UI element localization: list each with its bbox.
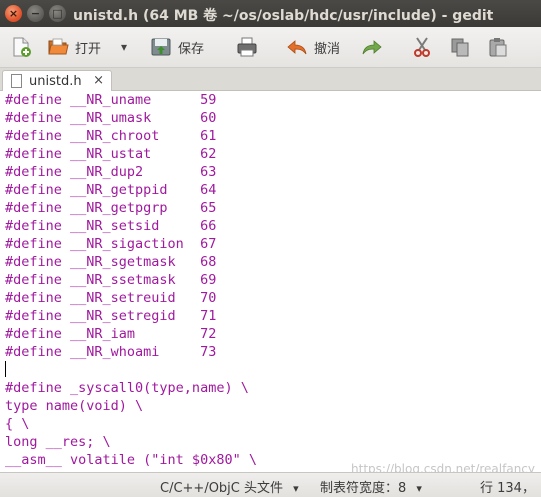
maximize-window-button[interactable]: □	[49, 5, 66, 22]
paste-icon	[489, 38, 507, 57]
code-line: #define __NR_setsid 66	[5, 218, 217, 234]
copy-button[interactable]	[449, 34, 471, 60]
text-file-icon	[11, 74, 22, 88]
code-line: #define __NR_chroot 61	[5, 128, 217, 144]
code-line: #define _syscall0(type,name) \	[5, 380, 249, 396]
close-window-button[interactable]: ×	[5, 5, 22, 22]
code-line: #define __NR_whoami 73	[5, 344, 217, 360]
code-line: #define __NR_getpgrp 65	[5, 200, 217, 216]
status-bar: C/C++/ObjC 头文件 ▾ 制表符宽度：8 ▾ 行 134，	[0, 472, 541, 497]
text-cursor	[5, 361, 6, 377]
tab-width-label: 制表符宽度：8	[320, 481, 407, 496]
code-line: #define __NR_umask 60	[5, 110, 217, 126]
code-line: #define __NR_ssetmask 69	[5, 272, 217, 288]
new-document-button[interactable]	[10, 34, 32, 60]
language-label: C/C++/ObjC 头文件	[160, 481, 284, 496]
title-bar: × − □ unistd.h (64 MB 卷 ~/os/oslab/hdc/u…	[0, 0, 541, 27]
open-button[interactable]: 打开	[47, 34, 101, 60]
code-line: #define __NR_getppid 64	[5, 182, 217, 198]
save-button[interactable]: 保存	[150, 34, 204, 60]
code-line: #define __NR_uname 59	[5, 92, 217, 108]
cut-icon	[414, 37, 430, 57]
code-line: __asm__ volatile ("int $0x80" \	[5, 452, 257, 468]
cut-button[interactable]	[411, 34, 433, 60]
maximize-icon: □	[52, 7, 63, 20]
tab-close-icon[interactable]: ×	[93, 73, 104, 88]
code-line: #define __NR_setreuid 70	[5, 290, 217, 306]
undo-label: 撤消	[314, 41, 341, 57]
code-editor[interactable]: #define __NR_uname 59 #define __NR_umask…	[0, 91, 541, 472]
new-document-icon	[13, 37, 31, 57]
minimize-icon: −	[30, 7, 41, 20]
code-line: long __res; \	[5, 434, 111, 450]
open-folder-icon	[48, 38, 69, 55]
close-icon: ×	[8, 7, 19, 20]
tab-label: unistd.h	[29, 73, 82, 89]
toolbar: 打开 ▾ 保存 撤消	[0, 27, 541, 68]
save-icon	[151, 38, 171, 56]
redo-button[interactable]	[361, 34, 383, 60]
minimize-window-button[interactable]: −	[27, 5, 44, 22]
tab-unistd-h[interactable]: unistd.h ×	[2, 70, 112, 91]
print-icon	[237, 37, 257, 57]
code-line: #define __NR_sgetmask 68	[5, 254, 217, 270]
tab-width-selector[interactable]: 制表符宽度：8 ▾	[320, 477, 422, 496]
language-selector[interactable]: C/C++/ObjC 头文件 ▾	[160, 477, 299, 496]
paste-button[interactable]	[487, 34, 509, 60]
dropdown-arrow-icon: ▾	[121, 40, 128, 54]
document-tab-bar: unistd.h ×	[0, 68, 541, 91]
redo-icon	[362, 40, 382, 55]
code-line: type name(void) \	[5, 398, 144, 414]
chevron-down-icon: ▾	[293, 482, 299, 495]
open-label: 打开	[75, 41, 102, 57]
open-recent-dropdown[interactable]: ▾	[121, 34, 127, 60]
code-line: #define __NR_setregid 71	[5, 308, 217, 324]
code-line: #define __NR_dup2 63	[5, 164, 217, 180]
code-line: { \	[5, 416, 30, 432]
copy-icon	[451, 38, 469, 57]
print-button[interactable]	[236, 34, 258, 60]
code-line: #define __NR_iam 72	[5, 326, 217, 342]
undo-icon	[287, 40, 307, 55]
code-line: #define __NR_ustat 62	[5, 146, 217, 162]
save-label: 保存	[178, 41, 205, 57]
window-title: unistd.h (64 MB 卷 ~/os/oslab/hdc/usr/inc…	[73, 8, 494, 24]
code-line: #define __NR_sigaction 67	[5, 236, 217, 252]
undo-button[interactable]: 撤消	[286, 34, 340, 60]
cursor-position: 行 134，	[480, 481, 535, 496]
chevron-down-icon: ▾	[416, 482, 422, 495]
